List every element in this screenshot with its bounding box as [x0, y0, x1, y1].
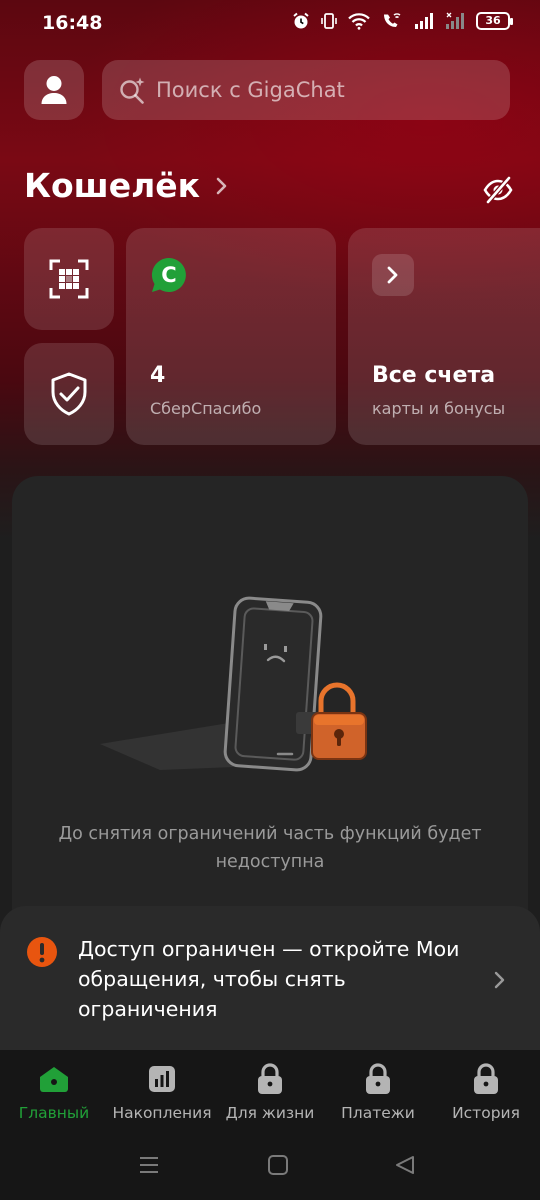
nav-label-payments: Платежи	[341, 1104, 415, 1122]
eye-off-icon	[483, 176, 513, 204]
search-bar[interactable]: Поиск с GigaChat	[102, 60, 510, 120]
back-icon[interactable]	[394, 1154, 416, 1176]
chevron-right-icon	[216, 177, 227, 194]
status-icons: 36	[292, 12, 513, 30]
restricted-panel: До снятия ограничений часть функций буде…	[12, 476, 528, 946]
chart-icon	[149, 1066, 175, 1092]
home-square-icon[interactable]	[267, 1154, 289, 1176]
app-screen: 16:48 36 Поиск с GigaChat Кошелёк С 4 Сб…	[0, 0, 540, 1200]
lock-icon	[366, 1063, 390, 1094]
accounts-title: Все счета	[372, 363, 496, 388]
nav-item-savings[interactable]: Накопления	[108, 1062, 216, 1122]
wifi-icon	[348, 13, 370, 30]
nav-item-home[interactable]: Главный	[0, 1062, 108, 1122]
home-icon	[40, 1067, 68, 1092]
accounts-subtitle: карты и бонусы	[372, 399, 506, 418]
restricted-message: До снятия ограничений часть функций буде…	[58, 824, 482, 872]
vibrate-icon	[321, 13, 337, 29]
qr-scan-tile[interactable]	[24, 228, 114, 330]
sberspasibo-logo: С	[151, 257, 186, 292]
nav-item-payments[interactable]: Платежи	[324, 1062, 432, 1122]
nav-label-history: История	[452, 1104, 520, 1122]
accounts-chevron	[372, 254, 414, 296]
bottom-navigation: Главный Накопления Для жизни Платежи Ист…	[0, 1050, 540, 1132]
wifi-call-icon	[384, 13, 401, 27]
status-time: 16:48	[42, 12, 103, 34]
nav-item-life[interactable]: Для жизни	[216, 1062, 324, 1122]
nav-label-savings: Накопления	[112, 1104, 212, 1122]
security-tile[interactable]	[24, 343, 114, 445]
alarm-icon	[293, 12, 309, 29]
system-navigation	[0, 1132, 540, 1200]
search-placeholder: Поиск с GigaChat	[156, 78, 345, 102]
wallet-title: Кошелёк	[24, 166, 201, 205]
warning-icon	[27, 937, 57, 967]
signal-icon	[446, 12, 464, 29]
hide-balance-button[interactable]	[482, 174, 514, 206]
shield-check-icon	[51, 372, 87, 416]
chevron-right-icon	[387, 266, 398, 284]
sberspasibo-label: СберСпасибо	[150, 399, 262, 418]
qr-scan-icon	[49, 259, 89, 299]
signal-icon	[415, 13, 433, 29]
nav-label-life: Для жизни	[225, 1104, 315, 1122]
alert-text: Доступ ограничен — откройте Мои обращени…	[78, 937, 460, 1021]
search-sparkle-icon	[120, 77, 145, 104]
user-icon	[41, 76, 67, 104]
lock-icon	[474, 1063, 498, 1094]
lock-icon	[258, 1063, 282, 1094]
wallet-title-link[interactable]: Кошелёк	[24, 166, 228, 205]
locked-phone-illustration	[100, 596, 367, 772]
profile-button[interactable]	[24, 60, 84, 120]
nav-label-home: Главный	[18, 1104, 90, 1122]
sberspasibo-value: 4	[150, 363, 166, 388]
status-bar: 16:48 36	[0, 0, 540, 48]
menu-icon[interactable]	[138, 1154, 160, 1176]
svg-text:С: С	[161, 263, 176, 287]
sberspasibo-tile[interactable]: С 4 СберСпасибо	[126, 228, 336, 445]
all-accounts-tile[interactable]: Все счета карты и бонусы	[348, 228, 540, 445]
chevron-right-icon	[494, 971, 505, 989]
nav-item-history[interactable]: История	[432, 1062, 540, 1122]
battery-indicator: 36	[476, 12, 513, 30]
restriction-alert[interactable]: Доступ ограничен — откройте Мои обращени…	[0, 906, 540, 1056]
